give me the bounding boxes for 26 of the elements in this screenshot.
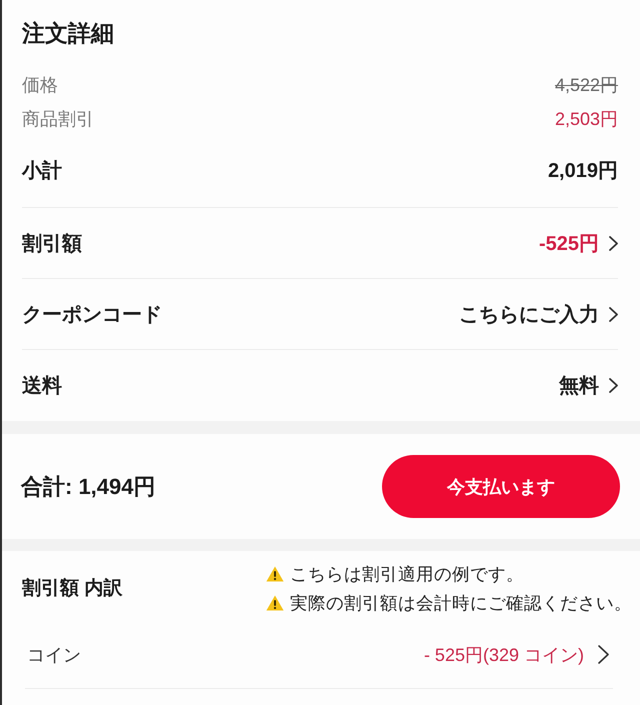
row-label: 送料	[22, 374, 62, 399]
warning-icon	[266, 566, 284, 582]
section-title: 注文詳細	[22, 20, 114, 46]
subtotal-label: 小計	[22, 158, 62, 184]
price-value: 4,522円	[554, 74, 618, 97]
row-label: 割引額	[22, 232, 82, 256]
row-value[interactable]: こちらにご入力	[459, 300, 599, 328]
subtotal-value: 2,019円	[548, 158, 618, 184]
total-amount: 合計: 1,494円	[21, 472, 156, 500]
chevron-right-icon	[598, 645, 609, 664]
price-label: 価格	[22, 74, 58, 97]
pay-now-button[interactable]: 今支払います	[382, 455, 620, 518]
price-value: 2,503円	[554, 108, 618, 131]
chevron-right-icon	[609, 306, 618, 322]
price-label: 商品割引	[22, 108, 94, 131]
notice-text: 実際の割引額は会計時にご確認ください。	[290, 592, 632, 614]
row-value[interactable]: -525円	[538, 230, 599, 256]
chevron-right-icon	[609, 378, 618, 393]
breakdown-title: 割引額 内訳	[22, 576, 122, 601]
row-value[interactable]: 無料	[559, 372, 599, 399]
chevron-right-icon	[609, 236, 618, 250]
notice-text: こちらは割引適用の例です。	[290, 562, 524, 586]
warning-icon	[266, 594, 284, 610]
breakdown-label: コイン	[27, 644, 81, 666]
row-label: クーポンコード	[22, 302, 162, 328]
breakdown-value[interactable]: - 525円(329 コイン)	[424, 642, 584, 666]
